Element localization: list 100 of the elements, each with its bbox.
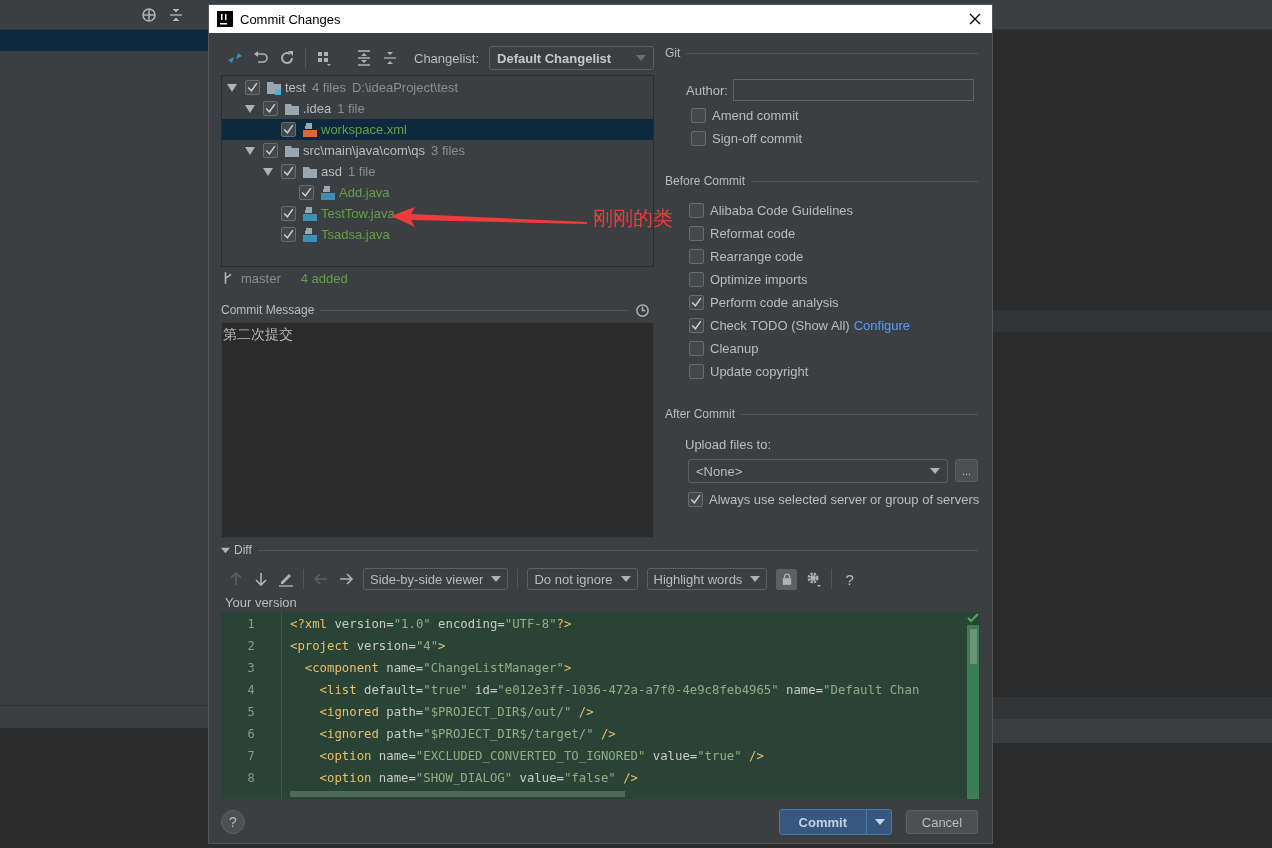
line-number: 5: [246, 704, 256, 721]
changelist-label: Changelist:: [414, 50, 480, 66]
section-title: Before Commit: [665, 174, 746, 188]
option-label: Update copyright: [710, 364, 809, 379]
right-arrow-icon[interactable]: [338, 571, 354, 587]
expand-arrow-icon[interactable]: [245, 103, 255, 114]
commit-message-label: Commit Message: [221, 303, 315, 317]
tree-item-name: Tsadsa.java: [321, 227, 390, 242]
browse-button[interactable]: ...: [955, 459, 978, 482]
tree-item-name: workspace.xml: [321, 122, 407, 137]
expand-arrow-icon[interactable]: [245, 145, 255, 156]
expand-arrow-icon[interactable]: [221, 545, 230, 555]
tree-row[interactable]: src\main\java\com\qs 3 files: [222, 140, 469, 161]
checkbox[interactable]: [691, 131, 706, 146]
option-label: Rearrange code: [710, 249, 804, 264]
collapse-all-icon[interactable]: [382, 50, 398, 66]
down-arrow-icon[interactable]: [253, 571, 269, 587]
option-label: Optimize imports: [710, 272, 808, 287]
lock-button[interactable]: [776, 568, 798, 590]
tree-row[interactable]: TestTow.java: [222, 203, 398, 224]
option-label: Cleanup: [710, 341, 759, 356]
file-count: 4 files: [311, 80, 346, 95]
change-summary: 4 added: [300, 270, 348, 286]
checkbox[interactable]: [689, 272, 704, 287]
refresh-icon[interactable]: [279, 50, 295, 66]
pencil-icon[interactable]: [278, 571, 294, 587]
tree-row[interactable]: workspace.xml: [222, 119, 653, 140]
checkbox[interactable]: [299, 185, 314, 200]
checkbox[interactable]: [281, 164, 296, 179]
code-line: <component name="ChangeListManager">: [303, 660, 573, 677]
section-title: Diff: [234, 543, 252, 557]
help-button[interactable]: ?: [221, 810, 245, 834]
checkbox[interactable]: [689, 318, 704, 333]
commit-message-field[interactable]: 第二次提交: [221, 322, 654, 538]
code-line: <ignored path="$PROJECT_DIR$/out/" />: [318, 704, 595, 721]
author-label: Author:: [686, 82, 728, 98]
viewer-dropdown[interactable]: Side-by-side viewer: [363, 568, 509, 590]
tree-row[interactable]: test 4 files D:\ideaProject\test: [222, 77, 462, 98]
checkbox[interactable]: [689, 226, 704, 241]
checkbox[interactable]: [688, 492, 703, 507]
checkbox[interactable]: [689, 249, 704, 264]
expand-arrow-icon[interactable]: [263, 166, 273, 177]
scrollbar[interactable]: [969, 629, 977, 664]
ignore-dropdown[interactable]: Do not ignore: [527, 568, 638, 590]
tree-row[interactable]: .idea 1 file: [222, 98, 368, 119]
branch-icon: [223, 271, 233, 285]
expand-arrow-icon[interactable]: [227, 82, 237, 93]
line-number: 4: [246, 682, 256, 699]
code-line: <option name="EXCLUDED_CONVERTED_TO_IGNORED" value="true" />: [318, 748, 765, 765]
file-count: 1 file: [347, 164, 376, 179]
compare-icon[interactable]: [227, 50, 243, 66]
tree-item-name: test: [285, 80, 306, 95]
undo-icon[interactable]: [253, 50, 269, 66]
author-field[interactable]: [732, 79, 974, 101]
highlight-dropdown[interactable]: Highlight words: [646, 568, 768, 590]
cancel-button[interactable]: Cancel: [906, 810, 978, 834]
code-line: <list default="true" id="e012e3ff-1036-472a-a7f0-4e9c8feb4965" name="Default Chan: [318, 682, 921, 699]
checkbox[interactable]: [691, 108, 706, 123]
configure-link[interactable]: Configure: [853, 318, 911, 333]
group-icon[interactable]: [316, 50, 332, 66]
upload-label: Upload files to:: [685, 437, 772, 452]
checkbox[interactable]: [281, 227, 296, 242]
checkbox[interactable]: [281, 206, 296, 221]
changelist-dropdown[interactable]: Default Changelist: [489, 46, 654, 70]
java-file-icon: [320, 184, 336, 201]
checkbox[interactable]: [689, 341, 704, 356]
close-icon[interactable]: [969, 13, 981, 25]
checkbox[interactable]: [689, 364, 704, 379]
collapse-icon[interactable]: [168, 6, 184, 23]
tree-item-name: src\main\java\com\qs: [303, 143, 426, 158]
code-line: <option name="SHOW_DIALOG" value="false" />: [318, 770, 639, 787]
code-line: <project version="4">: [290, 638, 447, 655]
section-title: After Commit: [665, 407, 735, 421]
tree-item-name: Add.java: [339, 185, 390, 200]
tree-item-name: .idea: [303, 101, 332, 116]
help-button[interactable]: ?: [845, 570, 854, 588]
checkbox[interactable]: [263, 101, 278, 116]
file-count: 1 file: [337, 101, 365, 116]
settings-icon[interactable]: [806, 571, 823, 587]
option-label: Reformat code: [710, 226, 796, 241]
expand-all-icon[interactable]: [356, 50, 372, 66]
checkbox[interactable]: [245, 80, 260, 95]
commit-button[interactable]: Commit: [778, 809, 892, 835]
tree-row[interactable]: Add.java: [222, 182, 393, 203]
history-icon[interactable]: [635, 302, 650, 318]
locate-icon[interactable]: [141, 6, 157, 23]
scrollbar[interactable]: [290, 791, 625, 797]
tree-row[interactable]: asd 1 file: [222, 161, 379, 182]
tree-row[interactable]: Tsadsa.java: [222, 224, 393, 245]
option-label: Amend commit: [712, 108, 799, 123]
option-label: Always use selected server or group of servers: [709, 492, 980, 507]
checkbox[interactable]: [281, 122, 296, 137]
checkbox[interactable]: [689, 295, 704, 310]
checkbox[interactable]: [263, 143, 278, 158]
caret-icon: [620, 576, 631, 582]
caret-icon: [636, 55, 646, 61]
caret-icon: [875, 819, 885, 825]
server-dropdown[interactable]: <None>: [688, 459, 948, 483]
checkbox[interactable]: [689, 203, 704, 218]
java-file-icon: [302, 205, 318, 222]
